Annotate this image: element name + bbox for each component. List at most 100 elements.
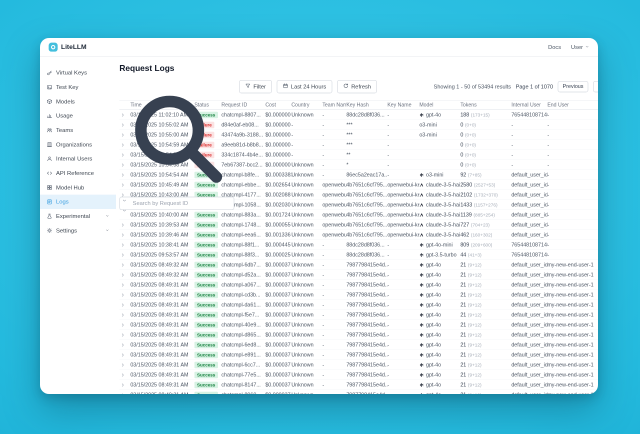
cell-internal-user: default_user_id xyxy=(511,332,547,338)
openai-icon xyxy=(419,292,424,297)
sidebar-item-logs[interactable]: Logs xyxy=(40,195,116,209)
cell-country: - xyxy=(291,122,322,128)
sidebar-item-usage[interactable]: Usage xyxy=(40,109,116,123)
next-page-button[interactable]: Next xyxy=(593,81,598,92)
cell-end-user: my-new-end-user-1 xyxy=(547,302,598,308)
row-expander-icon[interactable]: › xyxy=(119,251,130,258)
cell-team-name: - xyxy=(322,352,346,358)
row-expander-icon[interactable]: › xyxy=(119,271,130,278)
row-expander-icon[interactable]: › xyxy=(119,361,130,368)
cell-time: 03/15/2025 08:49:31 AM xyxy=(130,302,194,308)
cell-team-name: openwebui xyxy=(322,222,346,228)
table-row[interactable]: › 03/15/2025 08:49:31 AM Success chatcmp… xyxy=(119,370,598,380)
cell-country: - xyxy=(291,132,322,138)
row-expander-icon[interactable]: › xyxy=(119,281,130,288)
row-expander-icon[interactable]: › xyxy=(119,341,130,348)
cell-model: o3-mini xyxy=(419,122,460,128)
row-expander-icon[interactable]: › xyxy=(121,209,128,220)
filter-button[interactable]: Filter xyxy=(239,80,272,93)
row-expander-icon[interactable]: › xyxy=(119,261,130,268)
cell-country: Unknown xyxy=(291,312,322,318)
cell-team-name: - xyxy=(322,282,346,288)
cell-request-id: chatcmpl-e891... xyxy=(221,352,265,358)
cell-tokens: 727(704+23) xyxy=(460,222,511,228)
cell-time: 03/15/2025 08:49:31 AM xyxy=(130,372,194,378)
cell-end-user: - xyxy=(547,242,598,248)
table-row[interactable]: › 03/15/2025 08:49:31 AM Success chatcmp… xyxy=(119,340,598,350)
cell-team-name: - xyxy=(322,272,346,278)
row-expander-icon[interactable]: › xyxy=(119,351,130,358)
table-row[interactable]: › 03/15/2025 08:49:31 AM Success chatcmp… xyxy=(119,300,598,310)
cell-internal-user: default_user_id xyxy=(511,232,547,238)
cell-key-hash: ** xyxy=(346,152,387,158)
sidebar-item-model-hub[interactable]: Model Hub xyxy=(40,180,116,194)
cell-time: 03/15/2025 08:49:31 AM xyxy=(130,392,194,394)
sidebar-item-teams[interactable]: Teams xyxy=(40,123,116,137)
row-expander-icon[interactable]: › xyxy=(119,231,130,238)
cell-tokens: 21(9+12) xyxy=(460,352,511,358)
cell-country: Unknown xyxy=(291,172,322,178)
sidebar-item-experimental[interactable]: Experimental xyxy=(40,209,116,223)
time-range-button[interactable]: Last 24 Hours xyxy=(277,80,333,93)
refresh-button[interactable]: Refresh xyxy=(337,80,377,93)
row-expander-icon[interactable]: › xyxy=(119,381,130,388)
cell-status: Success xyxy=(194,211,221,218)
row-expander-icon[interactable]: › xyxy=(119,291,130,298)
cell-internal-user: default_user_id xyxy=(511,372,547,378)
row-expander-icon[interactable]: › xyxy=(119,311,130,318)
row-expander-icon[interactable]: › xyxy=(119,371,130,378)
table-row[interactable]: › 03/15/2025 08:49:32 AM Success chatcmp… xyxy=(119,260,598,270)
sidebar-item-api-reference[interactable]: API Reference xyxy=(40,166,116,180)
cell-model: gpt-4o xyxy=(419,312,460,318)
table-row[interactable]: › 03/15/2025 08:49:32 AM Success chatcmp… xyxy=(119,270,598,280)
cell-model: o3-mini xyxy=(419,172,460,178)
cell-team-name: - xyxy=(322,172,346,178)
cell-key-name: - xyxy=(387,262,419,268)
table-row[interactable]: › 03/15/2025 08:49:31 AM Success chatcmp… xyxy=(119,320,598,330)
row-expander-icon[interactable]: › xyxy=(119,221,130,228)
cell-team-name: openwebui xyxy=(322,212,346,218)
cell-tokens: 21(9+12) xyxy=(460,342,511,348)
sidebar-item-test-key[interactable]: Test Key xyxy=(40,80,116,94)
table-row[interactable]: › 03/15/2025 08:49:31 AM Success chatcmp… xyxy=(119,330,598,340)
table-row[interactable]: › 03/15/2025 08:49:31 AM Success chatcmp… xyxy=(119,380,598,390)
previous-page-button[interactable]: Previous xyxy=(558,81,589,92)
table-row[interactable]: › 03/15/2025 08:49:31 AM Success chatcmp… xyxy=(119,290,598,300)
sidebar-item-label: Logs xyxy=(56,198,69,205)
refresh-button-label: Refresh xyxy=(351,83,371,90)
row-expander-icon[interactable]: › xyxy=(119,301,130,308)
table-row[interactable]: › 03/15/2025 08:49:31 AM Success chatcmp… xyxy=(119,350,598,360)
table-row[interactable]: › 03/15/2025 10:38:41 AM Success chatcmp… xyxy=(119,240,598,250)
sidebar-item-virtual-keys[interactable]: Virtual Keys xyxy=(40,66,116,80)
sidebar-item-settings[interactable]: Settings xyxy=(40,223,116,237)
cell-request-id: chatcmpl-6ed8... xyxy=(221,342,265,348)
row-expander-icon[interactable]: › xyxy=(119,241,130,248)
cell-tokens: 0(0+0) xyxy=(460,162,511,168)
sidebar-item-organizations[interactable]: Organizations xyxy=(40,137,116,151)
row-expander-icon[interactable]: › xyxy=(119,391,130,394)
row-expander-icon[interactable]: › xyxy=(119,321,130,328)
table-row[interactable]: › 03/15/2025 10:40:00 AM Success chatcmp… xyxy=(119,210,598,220)
user-menu[interactable]: User xyxy=(571,44,589,51)
cell-tokens: 0(0+0) xyxy=(460,122,511,128)
table-row[interactable]: › 03/15/2025 08:49:31 AM Success chatcmp… xyxy=(119,310,598,320)
table-row[interactable]: › 03/15/2025 08:49:31 AM Success chatcmp… xyxy=(119,390,598,394)
cell-country: Unknown xyxy=(291,372,322,378)
cell-team-name: - xyxy=(322,342,346,348)
building-icon xyxy=(47,142,53,148)
docs-link[interactable]: Docs xyxy=(548,44,561,51)
row-expander-icon[interactable]: › xyxy=(119,331,130,338)
table-row[interactable]: › 03/15/2025 08:49:31 AM Success chatcmp… xyxy=(119,280,598,290)
sidebar-item-internal-users[interactable]: Internal Users xyxy=(40,152,116,166)
cell-internal-user: 7654481087140... xyxy=(511,242,547,248)
table-row[interactable]: › 03/15/2025 10:39:53 AM Success chatcmp… xyxy=(119,220,598,230)
table-row[interactable]: › 03/15/2025 08:49:31 AM Success chatcmp… xyxy=(119,360,598,370)
top-navigation: Docs User xyxy=(548,44,589,51)
table-row[interactable]: › 03/15/2025 10:39:46 AM Success chatcmp… xyxy=(119,230,598,240)
search-input[interactable] xyxy=(119,197,234,210)
cell-cost: $0.000000 xyxy=(265,152,291,158)
sidebar-item-models[interactable]: Models xyxy=(40,94,116,108)
cell-status: Success xyxy=(194,261,221,268)
column-header-internal-user: Internal User xyxy=(511,102,547,108)
table-row[interactable]: › 03/15/2025 09:53:57 AM Success chatcmp… xyxy=(119,250,598,260)
